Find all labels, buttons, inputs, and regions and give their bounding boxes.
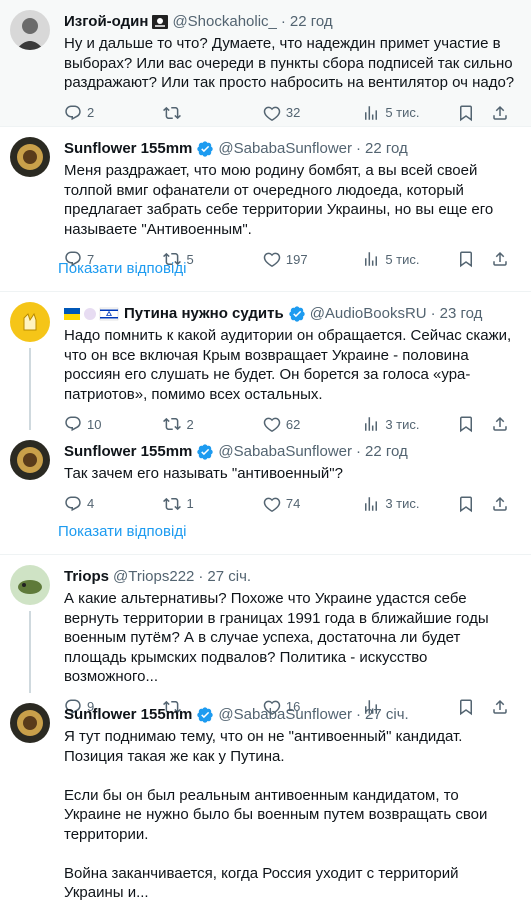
retweet-icon bbox=[163, 106, 182, 119]
author-handle[interactable]: @Shockaholic_ bbox=[172, 12, 276, 32]
separator-dot: · bbox=[356, 140, 362, 157]
views-button[interactable]: 5 тис. bbox=[362, 250, 457, 268]
reply-icon bbox=[65, 251, 81, 267]
author-handle[interactable]: @AudioBooksRU bbox=[310, 304, 427, 324]
thread-line bbox=[29, 611, 31, 693]
separator-dot: · bbox=[356, 443, 362, 460]
bookmark-icon[interactable] bbox=[457, 250, 475, 268]
tweet[interactable]: Sunflower 155mm @SababaSunflower · 27 сі… bbox=[0, 693, 531, 901]
tweet[interactable]: Изгой-один @Shockaholic_ · 22 год Ну и д… bbox=[0, 0, 531, 126]
tweet[interactable]: Sunflower 155mm @SababaSunflower · 22 го… bbox=[0, 430, 531, 513]
like-count: 197 bbox=[285, 251, 308, 267]
author-name[interactable]: Triops bbox=[64, 567, 109, 587]
tweet[interactable]: Triops @Triops222 · 27 січ. А какие альт… bbox=[0, 555, 531, 715]
author-name[interactable]: Sunflower 155mm bbox=[64, 442, 192, 462]
views-button[interactable]: 3 тис. bbox=[362, 495, 457, 513]
timestamp[interactable]: 23 год bbox=[440, 304, 483, 324]
tweet[interactable]: Путина нужно судить @AudioBooksRU · 23 г… bbox=[0, 292, 531, 433]
verified-badge-icon bbox=[196, 140, 214, 158]
heart-icon bbox=[263, 252, 281, 268]
views-icon bbox=[365, 496, 378, 511]
author-name[interactable]: Sunflower 155mm bbox=[64, 139, 192, 159]
bookmark-icon[interactable] bbox=[457, 495, 475, 513]
tweet[interactable]: Sunflower 155mm @SababaSunflower · 22 го… bbox=[0, 127, 531, 268]
views-button[interactable]: 5 тис. bbox=[362, 104, 457, 122]
like-count: 74 bbox=[285, 496, 301, 511]
verified-badge-icon bbox=[288, 305, 306, 323]
reply-button[interactable]: 4 bbox=[64, 495, 163, 513]
retweet-count: 1 bbox=[186, 496, 194, 511]
tweet-text: А какие альтернативы? Похоже что Украине… bbox=[64, 590, 493, 685]
verified-badge-icon bbox=[196, 443, 214, 461]
timestamp[interactable]: 22 год bbox=[290, 12, 333, 32]
reply-count: 2 bbox=[87, 105, 95, 120]
avatar[interactable] bbox=[10, 703, 50, 743]
author-handle[interactable]: @Triops222 bbox=[113, 567, 194, 587]
views-icon bbox=[365, 105, 378, 120]
like-button[interactable]: 32 bbox=[263, 104, 362, 122]
retweet-button[interactable]: 1 bbox=[163, 495, 262, 513]
tweet-text: Надо помнить к какой аудитории он обраща… bbox=[64, 327, 516, 403]
separator-dot: · bbox=[198, 568, 204, 585]
like-count: 32 bbox=[285, 105, 301, 120]
separator-dot: · bbox=[356, 706, 362, 723]
retweet-count: 5 bbox=[186, 251, 194, 267]
separator-dot: · bbox=[280, 13, 286, 30]
author-name[interactable]: Путина нужно судить bbox=[124, 304, 284, 324]
timestamp[interactable]: 22 год bbox=[365, 139, 408, 159]
timestamp[interactable]: 27 січ. bbox=[365, 705, 409, 725]
retweet-icon bbox=[163, 497, 182, 510]
retweet-button[interactable]: 5 bbox=[163, 250, 262, 268]
view-count: 3 тис. bbox=[385, 496, 420, 511]
heart-icon bbox=[263, 497, 281, 512]
author-handle[interactable]: @SababaSunflower bbox=[218, 442, 352, 462]
view-count: 5 тис. bbox=[385, 105, 420, 120]
author-handle[interactable]: @SababaSunflower bbox=[218, 705, 352, 725]
retweet-icon bbox=[163, 252, 182, 266]
reply-button[interactable]: 7 bbox=[64, 250, 163, 268]
author-name[interactable]: Sunflower 155mm bbox=[64, 705, 192, 725]
reply-button[interactable]: 2 bbox=[64, 104, 163, 122]
avatar[interactable] bbox=[10, 440, 50, 480]
share-icon[interactable] bbox=[491, 495, 509, 513]
flags-icon bbox=[64, 307, 120, 321]
thread-line bbox=[29, 348, 31, 430]
avatar[interactable] bbox=[10, 137, 50, 177]
share-icon[interactable] bbox=[491, 104, 509, 122]
tweet-text: Я тут поднимаю тему, что он не "антивоен… bbox=[64, 728, 488, 901]
avatar[interactable] bbox=[10, 565, 50, 605]
timestamp[interactable]: 27 січ. bbox=[207, 567, 251, 587]
like-button[interactable]: 197 bbox=[263, 250, 362, 268]
reply-count: 4 bbox=[87, 496, 95, 511]
views-icon bbox=[365, 252, 378, 266]
author-name[interactable]: Изгой-один bbox=[64, 12, 148, 32]
timestamp[interactable]: 22 год bbox=[365, 442, 408, 462]
reply-icon bbox=[65, 105, 81, 120]
share-icon[interactable] bbox=[491, 250, 509, 268]
pirate-flag-icon bbox=[152, 15, 169, 29]
avatar[interactable] bbox=[10, 302, 50, 342]
like-button[interactable]: 74 bbox=[263, 495, 362, 513]
verified-badge-icon bbox=[196, 706, 214, 724]
author-handle[interactable]: @SababaSunflower bbox=[218, 139, 352, 159]
tweet-text: Ну и дальше то что? Думаете, что надежди… bbox=[64, 35, 517, 91]
view-count: 5 тис. bbox=[385, 251, 420, 267]
reply-icon bbox=[65, 496, 81, 511]
heart-icon bbox=[263, 106, 281, 121]
retweet-button[interactable] bbox=[163, 104, 262, 122]
avatar[interactable] bbox=[10, 10, 50, 50]
tweet-text: Меня раздражает, что мою родину бомбят, … bbox=[64, 162, 498, 238]
reply-count: 7 bbox=[87, 251, 95, 267]
conversation-feed: Изгой-один @Shockaholic_ · 22 год Ну и д… bbox=[0, 0, 531, 901]
bookmark-icon[interactable] bbox=[457, 104, 475, 122]
separator-dot: · bbox=[430, 305, 436, 322]
tweet-text: Так зачем его называть "антивоенный"? bbox=[64, 465, 343, 482]
